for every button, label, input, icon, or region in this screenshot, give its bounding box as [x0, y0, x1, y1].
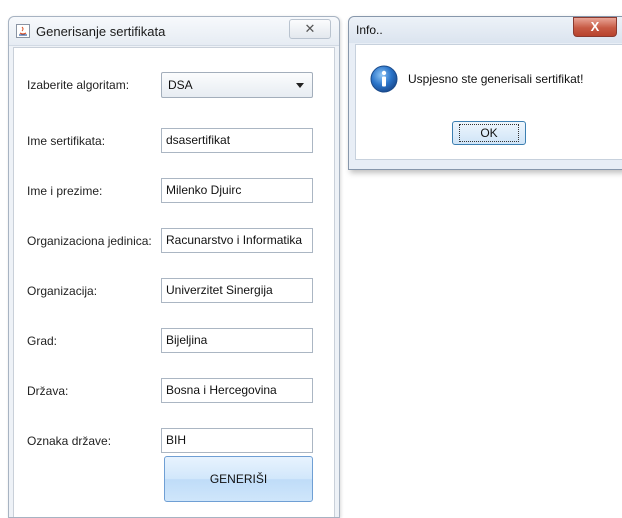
organization-input[interactable]: Univerzitet Sinergija: [161, 278, 313, 303]
info-icon: [370, 65, 398, 93]
chevron-down-icon: [296, 83, 304, 88]
java-app-icon: [16, 24, 30, 38]
form-panel: Izaberite algoritam: DSA Ime sertifikata…: [13, 47, 335, 517]
ok-button[interactable]: OK: [452, 121, 526, 145]
city-label: Grad:: [27, 334, 58, 348]
main-titlebar[interactable]: Generisanje sertifikata ✕: [9, 17, 339, 46]
algorithm-label: Izaberite algoritam:: [27, 78, 130, 92]
full-name-label: Ime i prezime:: [27, 184, 103, 198]
org-unit-label: Organizaciona jedinica:: [27, 234, 152, 248]
country-label: Država:: [27, 384, 69, 398]
city-input[interactable]: Bijeljina: [161, 328, 313, 353]
dialog-message: Uspjesno ste generisali sertifikat!: [408, 72, 584, 86]
main-window: Generisanje sertifikata ✕ Izaberite algo…: [8, 16, 340, 518]
cert-name-label: Ime sertifikata:: [27, 134, 106, 148]
org-unit-input[interactable]: Racunarstvo i Informatika: [161, 228, 313, 253]
country-code-label: Oznaka države:: [27, 434, 112, 448]
dialog-title: Info..: [356, 23, 383, 37]
algorithm-select[interactable]: DSA: [161, 72, 313, 98]
country-input[interactable]: Bosna i Hercegovina: [161, 378, 313, 403]
close-icon: X: [590, 19, 600, 34]
window-title: Generisanje sertifikata: [36, 24, 166, 39]
organization-label: Organizacija:: [27, 284, 98, 298]
ok-button-label: OK: [459, 124, 519, 142]
dialog-close-button[interactable]: X: [573, 17, 617, 37]
close-icon: ✕: [304, 21, 316, 36]
close-button[interactable]: ✕: [289, 19, 331, 39]
dialog-body: Uspjesno ste generisali sertifikat! OK: [355, 44, 622, 160]
info-dialog: Info.. X Uspjesno ste generisali sertifi…: [348, 16, 622, 170]
algorithm-selected-value: DSA: [168, 78, 193, 92]
full-name-input[interactable]: Milenko Djuirc: [161, 178, 313, 203]
cert-name-input[interactable]: dsasertifikat: [161, 128, 313, 153]
country-code-input[interactable]: BIH: [161, 428, 313, 453]
info-titlebar[interactable]: Info.. X: [349, 17, 622, 43]
generate-button[interactable]: GENERIŠI: [164, 456, 313, 502]
